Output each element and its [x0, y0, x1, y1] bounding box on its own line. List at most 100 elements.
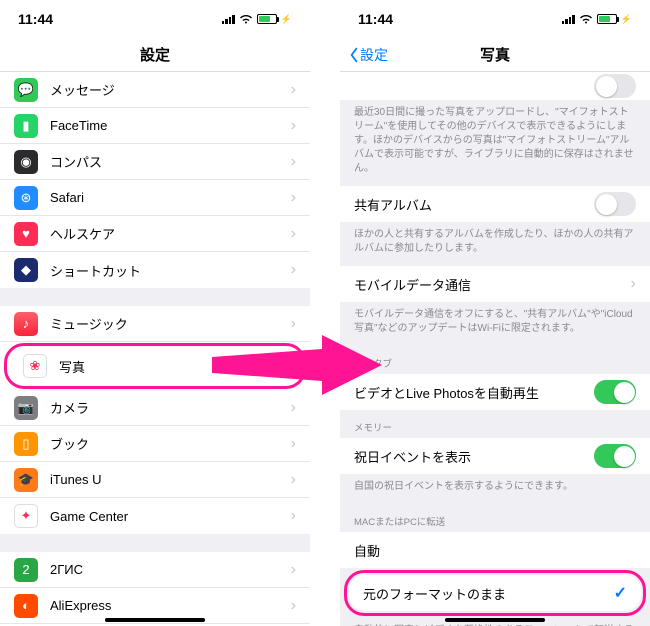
label-original-format: 元のフォーマットのまま: [363, 584, 614, 603]
row-cellular[interactable]: モバイルデータ通信 ›: [340, 266, 650, 302]
home-indicator: [445, 618, 545, 622]
health-icon: ♥: [14, 222, 38, 246]
row-autoplay[interactable]: ビデオとLive Photosを自動再生: [340, 374, 650, 410]
header-memories: メモリー: [340, 410, 650, 438]
charging-icon: ⚡: [621, 14, 632, 25]
status-time: 11:44: [358, 11, 393, 27]
charging-icon: ⚡: [281, 14, 292, 25]
row-shared-albums[interactable]: 共有アルバム: [340, 186, 650, 222]
chevron-icon: ›: [291, 435, 296, 453]
2gis-icon: 2: [14, 558, 38, 582]
books-icon: ▯: [14, 432, 38, 456]
label-autoplay: ビデオとLive Photosを自動再生: [354, 383, 594, 402]
chevron-icon: ›: [291, 315, 296, 333]
messages-icon: 💬: [14, 78, 38, 102]
footer-shared-albums: ほかの人と共有するアルバムを作成したり、ほかの人の共有アルバムに参加したりします…: [340, 222, 650, 266]
toggle-autoplay[interactable]: [594, 380, 636, 404]
settings-row-camera[interactable]: 📷 カメラ›: [0, 390, 310, 426]
row-label: ヘルスケア: [50, 224, 291, 243]
status-icons: ⚡: [562, 14, 632, 25]
row-label: ミュージック: [50, 314, 291, 333]
chevron-icon: ›: [291, 507, 296, 525]
photos-icon: ❀: [23, 354, 47, 378]
annotation-arrow: [212, 335, 382, 395]
compass-icon: ◉: [14, 150, 38, 174]
home-indicator: [105, 618, 205, 622]
header-transfer: MACまたはPCに転送: [340, 504, 650, 532]
label-cellular: モバイルデータ通信: [354, 275, 631, 294]
nav-bar: 設定: [0, 38, 310, 72]
settings-row-books[interactable]: ▯ ブック›: [0, 426, 310, 462]
back-label: 設定: [360, 45, 388, 65]
status-time: 11:44: [18, 11, 53, 27]
row-label: ブック: [50, 434, 291, 453]
settings-row-safari[interactable]: ⊛Safari›: [0, 180, 310, 216]
row-label: 2ГИС: [50, 562, 291, 577]
status-bar: 11:44 ⚡: [0, 0, 310, 38]
settings-row-compass[interactable]: ◉ コンパス›: [0, 144, 310, 180]
settings-row-health[interactable]: ♥ ヘルスケア›: [0, 216, 310, 252]
right-phone: 11:44 ⚡ 設定 写真 最近30日間に撮った写真をアップロードし、"マイフォ…: [340, 0, 650, 626]
page-title: 設定: [140, 44, 170, 65]
shortcuts-icon: ◆: [14, 258, 38, 282]
header-photos-tab: 写真タブ: [340, 346, 650, 374]
row-label: iTunes U: [50, 472, 291, 487]
checkmark-icon: ✓: [614, 583, 627, 603]
row-label: AliExpress: [50, 598, 291, 613]
chevron-icon: ›: [291, 597, 296, 615]
footer-holidays: 自国の祝日イベントを表示するようにできます。: [340, 474, 650, 504]
row-photostream[interactable]: [340, 72, 650, 100]
settings-row-2gis[interactable]: 2 2ГИС›: [0, 552, 310, 588]
row-label: コンパス: [50, 152, 291, 171]
settings-row-facetime[interactable]: ▮FaceTime›: [0, 108, 310, 144]
status-icons: ⚡: [222, 14, 292, 25]
settings-row-gamecenter[interactable]: ✦ Game Center›: [0, 498, 310, 534]
chevron-icon: ›: [291, 81, 296, 99]
label-shared-albums: 共有アルバム: [354, 195, 594, 214]
wifi-icon: [239, 14, 253, 24]
chevron-icon: ›: [291, 189, 296, 207]
label-holidays: 祝日イベントを表示: [354, 447, 594, 466]
footer-photostream: 最近30日間に撮った写真をアップロードし、"マイフォトストリーム"を使用してその…: [340, 100, 650, 186]
wifi-icon: [579, 14, 593, 24]
footer-cellular: モバイルデータ通信をオフにすると、"共有アルバム"や"iCloud写真"などのア…: [340, 302, 650, 346]
battery-icon: [597, 14, 617, 24]
status-bar: 11:44 ⚡: [340, 0, 650, 38]
highlight-original-format: 元のフォーマットのまま ✓: [344, 570, 646, 616]
label-automatic: 自動: [354, 541, 636, 560]
row-holidays[interactable]: 祝日イベントを表示: [340, 438, 650, 474]
row-label: メッセージ: [50, 80, 291, 99]
safari-icon: ⊛: [14, 186, 38, 210]
battery-icon: [257, 14, 277, 24]
row-label: カメラ: [50, 398, 291, 417]
left-phone: 11:44 ⚡ 設定 💬メッセージ›▮FaceTime›◉コンパス›⊛Safar…: [0, 0, 310, 626]
toggle-shared-albums[interactable]: [594, 192, 636, 216]
settings-row-messages[interactable]: 💬 メッセージ›: [0, 72, 310, 108]
toggle-photostream[interactable]: [594, 74, 636, 98]
settings-row-itunesu[interactable]: 🎓 iTunes U›: [0, 462, 310, 498]
back-button[interactable]: 設定: [348, 45, 388, 65]
gamecenter-icon: ✦: [14, 504, 38, 528]
settings-row-shortcuts[interactable]: ◆ ショートカット›: [0, 252, 310, 288]
chevron-icon: ›: [291, 471, 296, 489]
row-label: Game Center: [50, 509, 291, 524]
signal-icon: [222, 14, 235, 24]
signal-icon: [562, 14, 575, 24]
page-title: 写真: [480, 44, 510, 65]
chevron-icon: ›: [291, 225, 296, 243]
music-icon: ♪: [14, 312, 38, 336]
chevron-icon: ›: [291, 399, 296, 417]
chevron-icon: ›: [291, 561, 296, 579]
chevron-icon: ›: [291, 153, 296, 171]
chevron-icon: ›: [291, 261, 296, 279]
toggle-holidays[interactable]: [594, 444, 636, 468]
camera-icon: 📷: [14, 396, 38, 420]
row-automatic[interactable]: 自動: [340, 532, 650, 568]
nav-bar: 設定 写真: [340, 38, 650, 72]
row-label: FaceTime: [50, 118, 291, 133]
photos-settings-list[interactable]: 最近30日間に撮った写真をアップロードし、"マイフォトストリーム"を使用してその…: [340, 72, 650, 626]
row-label: ショートカット: [50, 261, 291, 280]
facetime-icon: ▮: [14, 114, 38, 138]
itunesu-icon: 🎓: [14, 468, 38, 492]
row-original-format[interactable]: 元のフォーマットのまま ✓: [349, 575, 641, 611]
